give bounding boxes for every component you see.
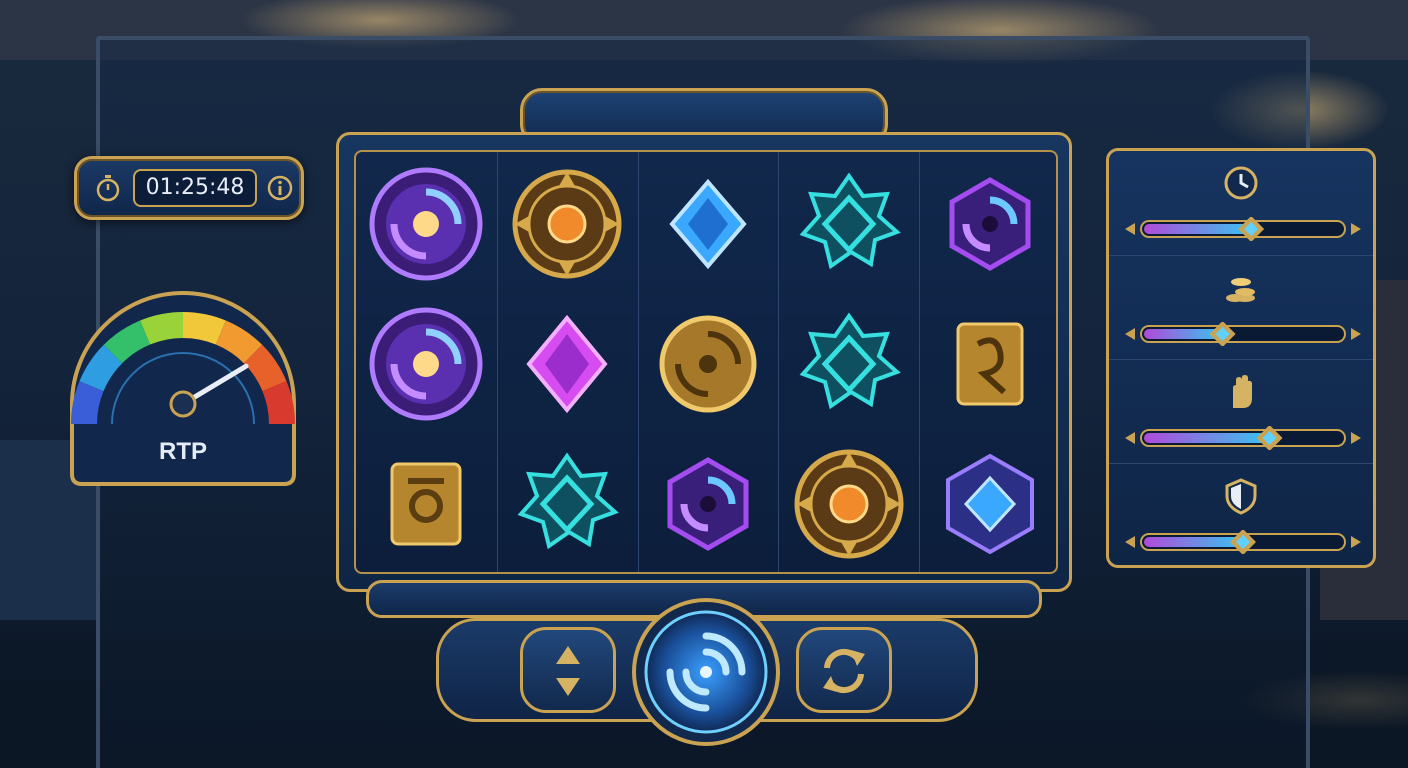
up-down-arrows-icon [556, 646, 580, 696]
purple-hex-vortex-icon [667, 457, 749, 551]
slider-left-tip [1125, 223, 1135, 235]
purple-hex-vortex-icon [949, 177, 1031, 271]
info-icon[interactable] [265, 173, 295, 203]
blue-diamond-gem-icon [669, 178, 747, 270]
gold-vortex-coin-icon [659, 315, 757, 413]
purple-diamond-gem-icon [526, 314, 608, 414]
setting-row [1109, 255, 1373, 360]
setting-icon-wrap [1221, 163, 1261, 203]
gold-compass-amulet-icon [794, 449, 904, 559]
shield-icon [1225, 478, 1257, 515]
gold-rune-tile-icon [390, 462, 462, 546]
setting-icon-wrap [1221, 372, 1261, 412]
refresh-icon [823, 648, 865, 694]
teal-octagram-star-icon [517, 452, 620, 550]
settings-panel [1106, 148, 1376, 568]
slider-fill [1144, 433, 1270, 443]
galaxy-swirl-orb-icon [369, 307, 483, 421]
setting-row [1109, 359, 1373, 464]
slider-fill [1144, 224, 1252, 234]
reel-symbol [356, 434, 496, 572]
setting-row [1109, 463, 1373, 568]
teal-octagram-star-icon [799, 172, 901, 270]
coins-icon [1226, 278, 1255, 302]
gold-glyph-tile-icon [956, 322, 1024, 406]
gold-compass-amulet-icon [512, 169, 622, 279]
setting-icon-wrap [1221, 476, 1261, 516]
setting-slider[interactable] [1123, 217, 1363, 241]
reel-symbol [497, 154, 637, 294]
reel-symbol [779, 294, 919, 434]
slider-left-tip [1125, 328, 1135, 340]
reel-4 [778, 152, 921, 572]
autoplay-button[interactable] [796, 627, 892, 713]
reel-symbol [920, 434, 1056, 572]
setting-icon-wrap [1221, 268, 1261, 308]
reel-symbol [779, 434, 919, 572]
slider-left-tip [1125, 432, 1135, 444]
setting-slider[interactable] [1123, 322, 1363, 346]
spin-button[interactable] [630, 596, 782, 748]
reel-2 [497, 152, 639, 572]
reel-symbol [638, 434, 778, 572]
galaxy-swirl-orb-icon [369, 167, 483, 281]
reel-symbol [356, 154, 496, 294]
slider-left-tip [1125, 536, 1135, 548]
slider-right-tip [1351, 536, 1361, 548]
reels-grid [354, 150, 1058, 574]
setting-slider[interactable] [1123, 530, 1363, 554]
rtp-gauge: RTP [52, 274, 314, 488]
setting-slider[interactable] [1123, 426, 1363, 450]
timer-value: 01:25:48 [133, 169, 257, 207]
reel-symbol [779, 154, 919, 294]
slider-right-tip [1351, 223, 1361, 235]
hand-icon [1233, 375, 1252, 408]
reel-symbol [356, 294, 496, 434]
reel-symbol [497, 294, 637, 434]
bet-adjust-button[interactable] [520, 627, 616, 713]
reel-symbol [638, 294, 778, 434]
blue-crystal-hex-icon [945, 453, 1034, 555]
reel-symbol [920, 154, 1056, 294]
reel-symbol [638, 154, 778, 294]
reel-3 [638, 152, 780, 572]
reel-symbol [497, 434, 637, 572]
reel-1 [356, 152, 498, 572]
reel-5 [919, 152, 1056, 572]
slider-right-tip [1351, 328, 1361, 340]
session-timer: 01:25:48 [74, 156, 304, 220]
rtp-label: RTP [159, 438, 207, 465]
clock-icon [1224, 166, 1258, 200]
slider-right-tip [1351, 432, 1361, 444]
teal-octagram-star-icon [799, 312, 901, 410]
stopwatch-icon [96, 175, 120, 202]
slider-fill [1144, 537, 1243, 547]
reel-symbol [920, 294, 1056, 434]
setting-row [1109, 151, 1373, 255]
